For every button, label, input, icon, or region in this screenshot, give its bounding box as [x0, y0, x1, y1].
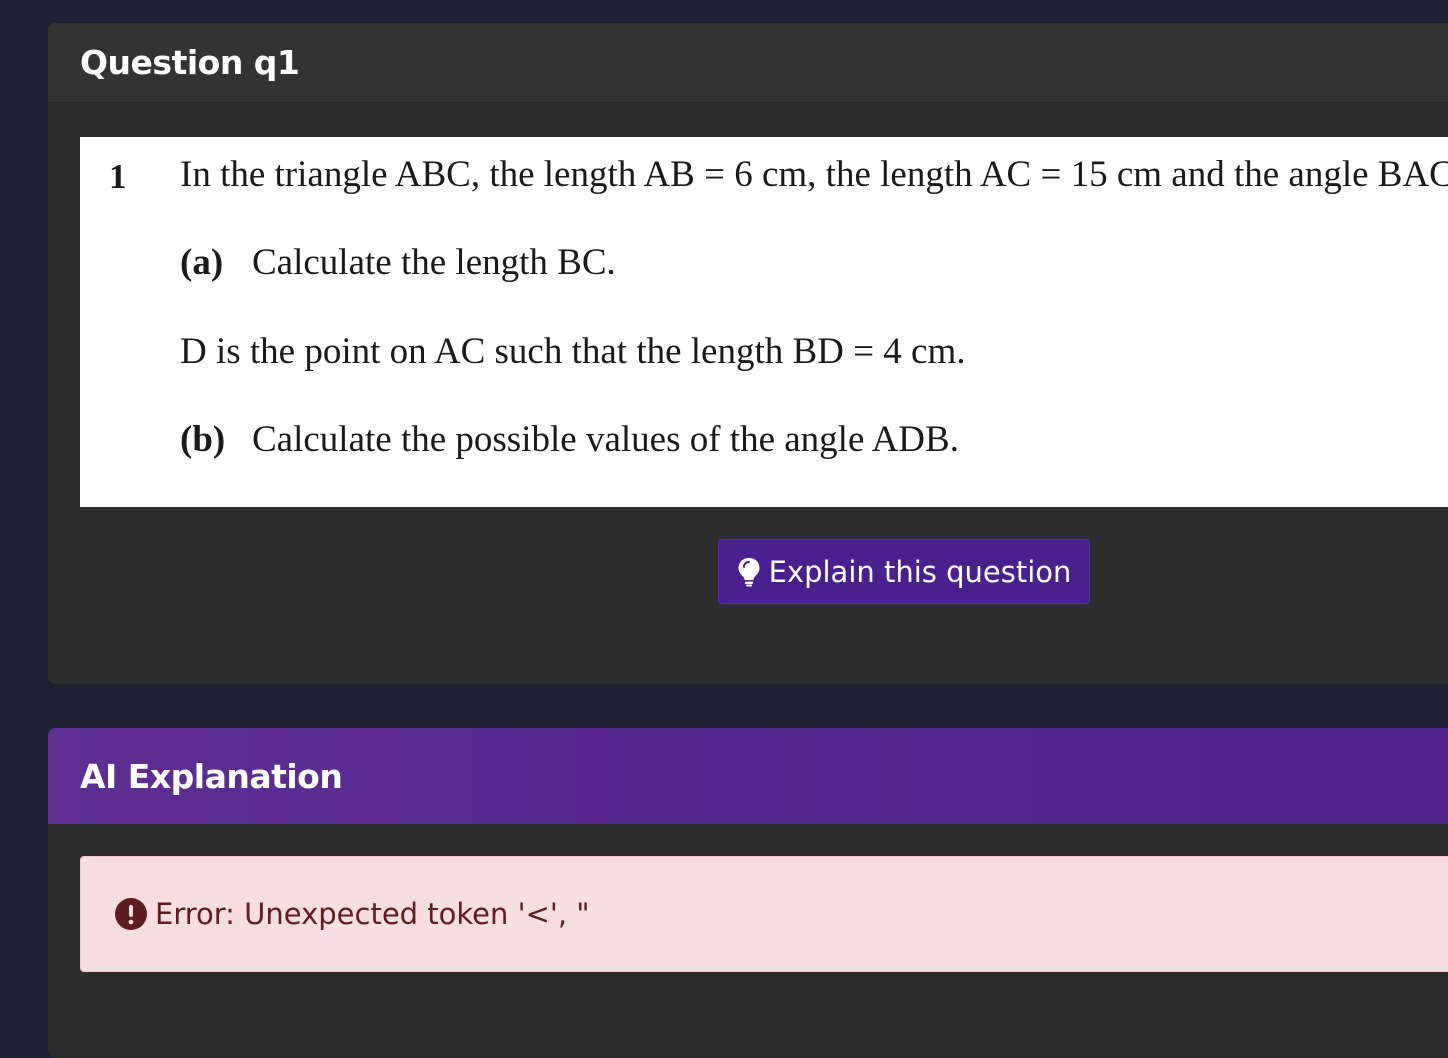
error-message: Error: Unexpected token '<', " [155, 897, 590, 931]
question-part-a: (a) Calculate the length BC. [180, 241, 616, 284]
question-point-d: D is the point on AC such that the lengt… [180, 331, 966, 372]
question-intro: In the triangle ABC, the length AB = 6 c… [180, 154, 1448, 195]
question-part-b: (b) Calculate the possible values of the … [180, 418, 959, 461]
question-number: 1 [109, 157, 127, 196]
exclamation-circle-icon [115, 898, 147, 930]
ai-card-header: AI Explanation [48, 728, 1448, 824]
part-a-text: Calculate the length BC. [252, 242, 616, 283]
lightbulb-icon [737, 557, 761, 587]
ai-explanation-title: AI Explanation [80, 756, 343, 796]
question-card: Question q1 1 In the triangle ABC, the l… [48, 23, 1448, 684]
part-a-label: (a) [180, 242, 224, 283]
explain-button-label: Explain this question [768, 554, 1072, 589]
question-title: Question q1 [80, 43, 300, 82]
question-card-header: Question q1 [48, 23, 1448, 103]
explain-question-button[interactable]: Explain this question [718, 539, 1090, 604]
error-alert: Error: Unexpected token '<', " [80, 856, 1448, 972]
part-b-text: Calculate the possible values of the ang… [252, 419, 959, 460]
ai-explanation-card: AI Explanation Error: Unexpected token '… [48, 728, 1448, 1058]
question-image: 1 In the triangle ABC, the length AB = 6… [80, 137, 1448, 507]
part-b-label: (b) [180, 419, 226, 460]
